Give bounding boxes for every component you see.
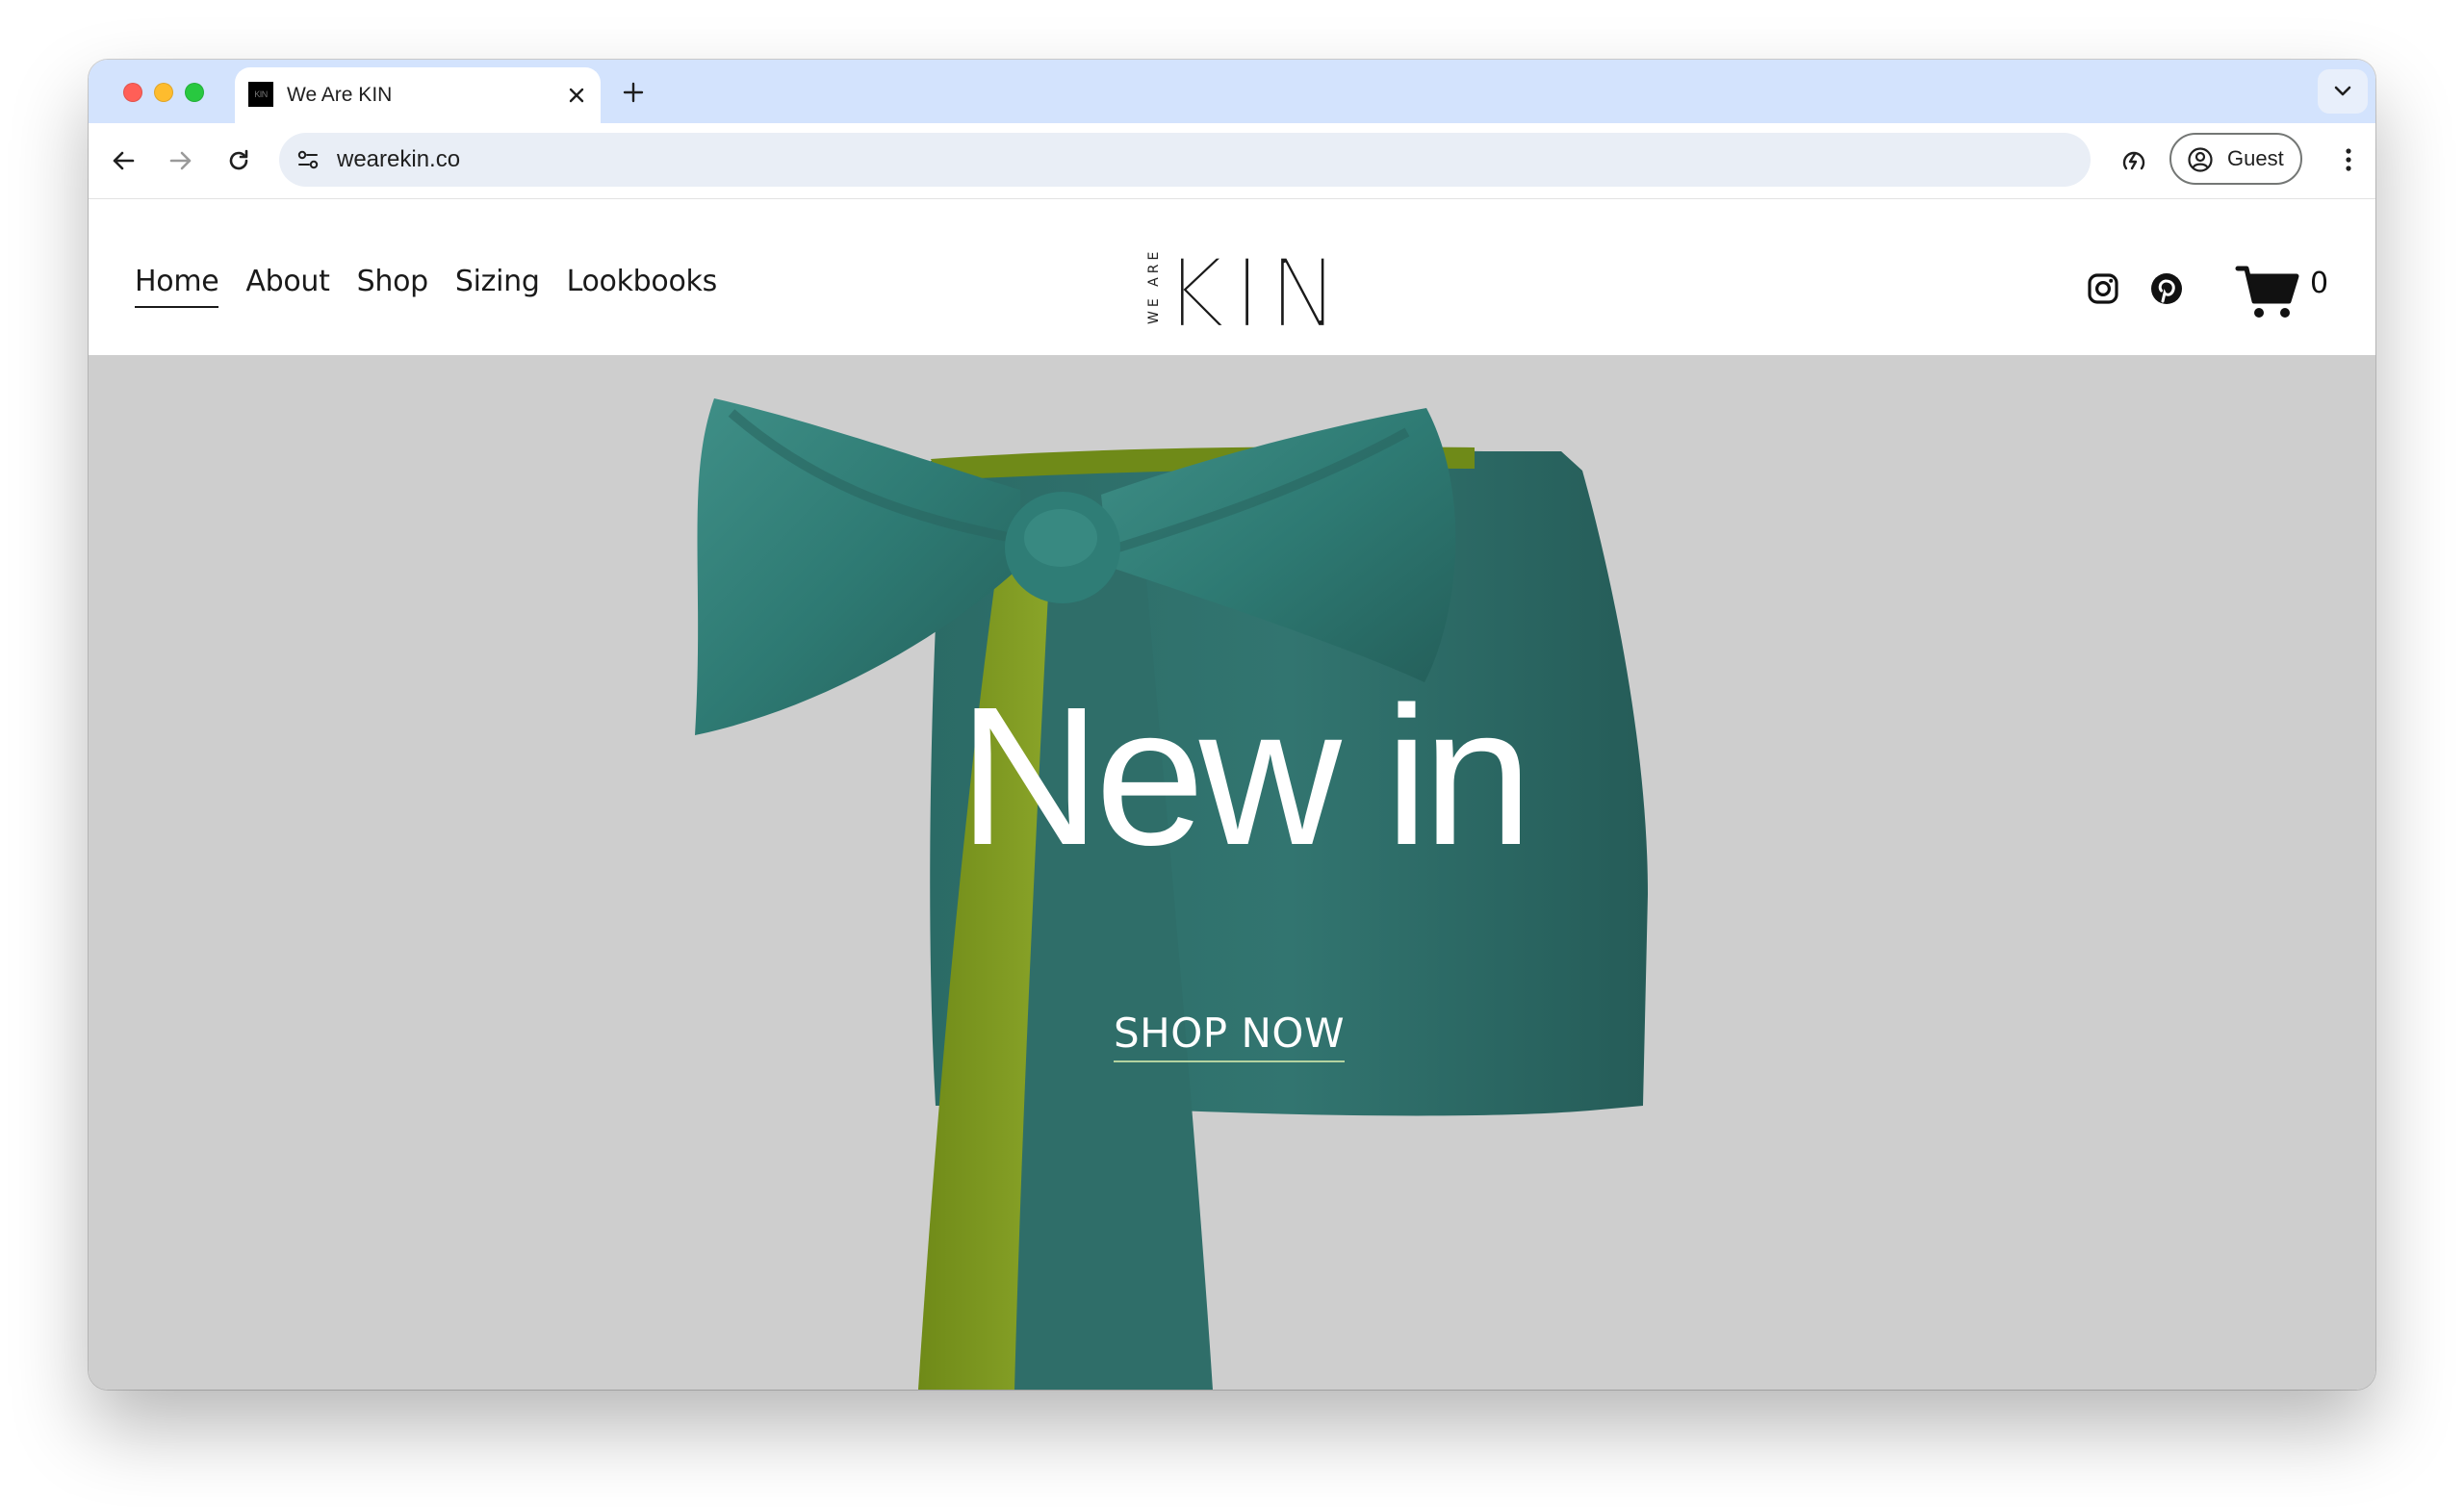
minimize-window-button[interactable] [154, 83, 173, 102]
url-text: wearekin.co [337, 146, 461, 172]
close-tab-icon[interactable] [562, 81, 591, 110]
close-window-button[interactable] [123, 83, 142, 102]
address-bar[interactable]: wearekin.co [279, 133, 2091, 187]
tab-search-button[interactable] [2318, 69, 2368, 114]
nav-about[interactable]: About [245, 265, 330, 308]
browser-toolbar: wearekin.co Guest [89, 123, 2375, 199]
nav-home[interactable]: Home [135, 265, 219, 308]
zoom-window-button[interactable] [185, 83, 204, 102]
hero-banner: New in SHOP NOW [89, 355, 2375, 1390]
forward-arrow-icon[interactable] [164, 143, 198, 178]
tab-strip: KIN We Are KIN [89, 60, 2375, 123]
nav-sizing[interactable]: Sizing [455, 265, 540, 308]
cart-icon[interactable] [2235, 263, 2300, 320]
chevron-down-icon [2334, 86, 2351, 96]
profile-icon [2188, 147, 2213, 172]
back-arrow-icon[interactable] [106, 143, 141, 178]
profile-label: Guest [2227, 146, 2284, 170]
web-page: Home About Shop Sizing Lookbooks WE ARE … [89, 199, 2375, 1390]
new-tab-icon[interactable] [616, 75, 651, 110]
site-logo[interactable]: WE ARE KIN [1144, 247, 1327, 334]
main-nav: Home About Shop Sizing Lookbooks [135, 265, 717, 308]
profile-button[interactable]: Guest [2169, 133, 2302, 185]
site-header: Home About Shop Sizing Lookbooks WE ARE … [89, 199, 2375, 355]
logo-small-text: WE ARE [1146, 248, 1162, 324]
pinterest-icon[interactable] [2150, 272, 2183, 305]
tab-title: We Are KIN [287, 84, 393, 106]
reload-icon[interactable] [221, 143, 256, 178]
nav-lookbooks[interactable]: Lookbooks [567, 265, 718, 308]
nav-shop[interactable]: Shop [357, 265, 429, 308]
active-tab[interactable]: KIN We Are KIN [235, 67, 601, 123]
performance-icon[interactable] [2116, 142, 2152, 179]
logo-text: KIN [1164, 247, 1327, 334]
cart-count[interactable]: 0 [2310, 267, 2328, 300]
site-info-icon[interactable] [293, 144, 323, 175]
browser-window: KIN We Are KIN wearekin.co Guest Home Ab… [89, 60, 2375, 1390]
shop-now-link[interactable]: SHOP NOW [1114, 1009, 1345, 1062]
favicon-icon: KIN [248, 82, 273, 107]
instagram-icon[interactable] [2087, 272, 2119, 305]
hero-title: New in [958, 666, 1533, 886]
more-vert-icon[interactable] [2331, 142, 2366, 177]
